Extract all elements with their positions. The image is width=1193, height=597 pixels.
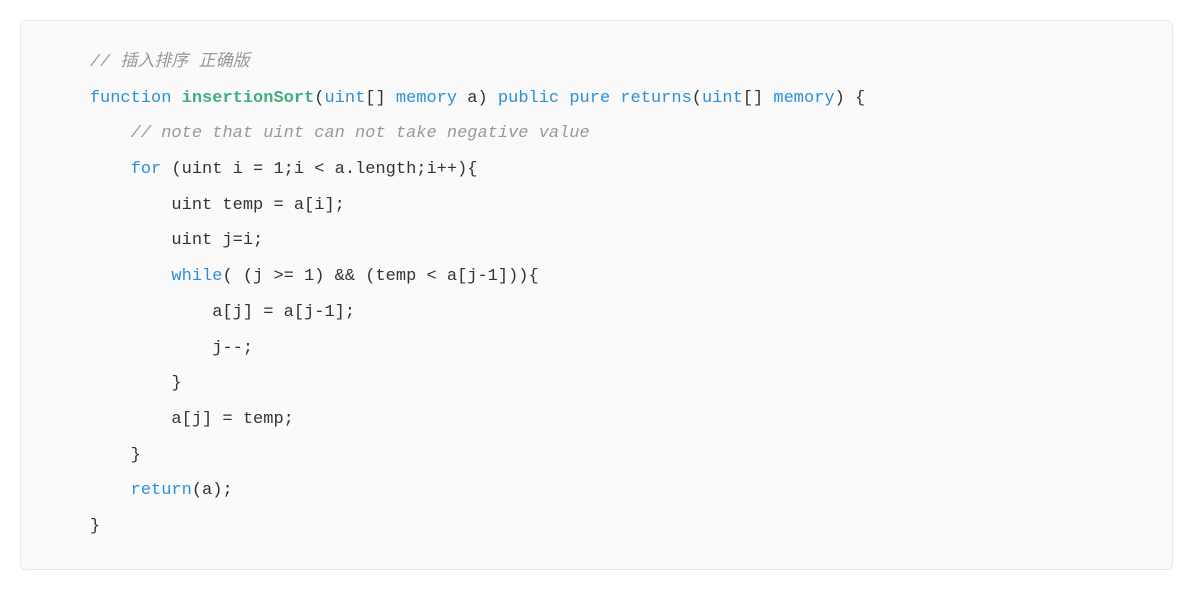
- function-name: insertionSort: [182, 89, 315, 108]
- code-line-14: }: [49, 517, 100, 536]
- comment-text: // 插入排序 正确版: [90, 53, 250, 72]
- keyword-function: function: [90, 89, 172, 108]
- keyword-for: for: [131, 160, 162, 179]
- type-uint: uint: [702, 89, 743, 108]
- code-line-11: a[j] = temp;: [49, 410, 294, 429]
- keyword-returns: returns: [620, 89, 691, 108]
- code-line-4: for (uint i = 1;i < a.length;i++){: [49, 160, 478, 179]
- code-line-12: }: [49, 446, 141, 465]
- code-line-13: return(a);: [49, 481, 233, 500]
- keyword-memory: memory: [773, 89, 834, 108]
- keyword-memory: memory: [396, 89, 457, 108]
- code-line-7: while( (j >= 1) && (temp < a[j-1])){: [49, 267, 539, 286]
- code-line-6: uint j=i;: [49, 231, 263, 250]
- comment-text: // note that uint can not take negative …: [131, 124, 590, 143]
- code-line-10: }: [49, 374, 182, 393]
- type-uint: uint: [324, 89, 365, 108]
- code-line-8: a[j] = a[j-1];: [49, 303, 355, 322]
- code-line-1: // 插入排序 正确版: [49, 53, 250, 72]
- keyword-public: public: [498, 89, 559, 108]
- code-block: // 插入排序 正确版 function insertionSort(uint[…: [20, 20, 1173, 570]
- code-line-5: uint temp = a[i];: [49, 196, 345, 215]
- code-line-3: // note that uint can not take negative …: [49, 124, 590, 143]
- code-line-9: j--;: [49, 339, 253, 358]
- code-line-2: function insertionSort(uint[] memory a) …: [49, 89, 865, 108]
- keyword-pure: pure: [569, 89, 610, 108]
- keyword-while: while: [171, 267, 222, 286]
- keyword-return: return: [131, 481, 192, 500]
